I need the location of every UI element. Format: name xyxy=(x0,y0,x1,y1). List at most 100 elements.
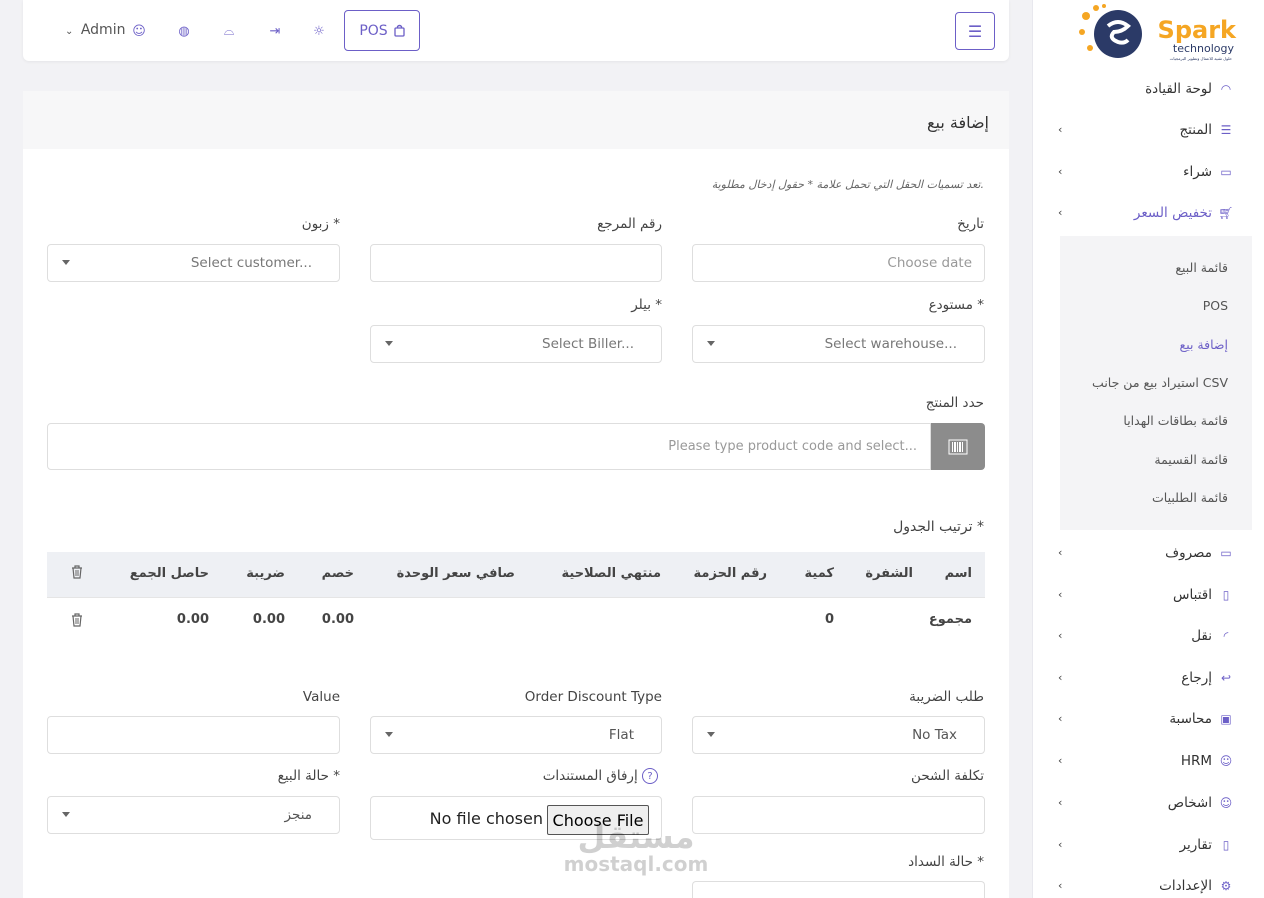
sidebar-item-label: محاسبة xyxy=(1169,711,1212,727)
sidebar-item-label: شراء xyxy=(1183,164,1212,180)
submenu-coupons[interactable]: قائمة القسيمة xyxy=(1154,452,1228,467)
sidebar-item-sale[interactable]: 🛒︎ تخفيض السعر ‹ xyxy=(1032,195,1264,231)
rss-icon: ◜ xyxy=(1223,629,1229,643)
sidebar-item-settings[interactable]: ⚙ الإعدادات ‹ xyxy=(1032,868,1264,898)
submenu-add-sale[interactable]: إضافة بيع xyxy=(1180,337,1228,352)
admin-menu[interactable]: ⌄ Admin xyxy=(65,22,125,38)
col-tax: ضريبة xyxy=(246,566,285,581)
basket-icon[interactable]: ⌓ xyxy=(220,22,238,40)
customer-select[interactable]: Select customer... xyxy=(47,244,340,282)
date-placeholder: Choose date xyxy=(887,255,972,271)
sidebar-item-dashboard[interactable]: ◠ لوحة القيادة xyxy=(1032,71,1264,107)
watermark: مستقل mostaql.com xyxy=(556,818,716,880)
submenu-pos[interactable]: POS xyxy=(1203,298,1228,313)
order-tax-value: No Tax xyxy=(912,727,957,743)
chevron-left-icon: ‹ xyxy=(1058,123,1063,136)
watermark-url: mostaql.com xyxy=(563,852,709,876)
reference-input[interactable] xyxy=(370,244,662,282)
users-icon: ☺ xyxy=(1219,754,1233,768)
col-expiry: منتهي الصلاحية xyxy=(561,566,662,581)
submenu-gift-cards[interactable]: قائمة بطاقات الهدايا xyxy=(1123,413,1228,428)
order-tax-label: طلب الضريبة xyxy=(909,689,984,705)
product-label: حدد المنتج xyxy=(925,395,984,411)
biller-label: بيلر * xyxy=(631,297,662,313)
product-search-input[interactable]: Please type product code and select... xyxy=(47,423,931,470)
discount-type-label: Order Discount Type xyxy=(524,689,662,705)
chevron-left-icon: ‹ xyxy=(1058,838,1063,851)
chevron-left-icon: ‹ xyxy=(1058,588,1063,601)
gear-icon: ⚙ xyxy=(1220,879,1232,893)
submenu-deliveries[interactable]: قائمة الطلبيات xyxy=(1152,490,1228,505)
barcode-button[interactable] xyxy=(931,423,985,470)
shipping-cost-input[interactable] xyxy=(692,796,985,834)
total-label: مجموع xyxy=(928,612,972,627)
sidebar-item-purchase[interactable]: ▭ شراء ‹ xyxy=(1032,154,1264,190)
wallet-icon: ▭ xyxy=(1220,546,1232,560)
brand-sub: technology xyxy=(1172,42,1234,55)
submenu-import-csv[interactable]: استيراد بيع من جانب CSV xyxy=(1092,375,1228,390)
sidebar-item-transfer[interactable]: ◜ نقل ‹ xyxy=(1032,618,1264,654)
biller-placeholder: Select Biller... xyxy=(542,336,634,352)
sidebar-item-hrm[interactable]: ☺ HRM ‹ xyxy=(1032,743,1264,779)
sidebar-item-product[interactable]: ☰ المنتج ‹ xyxy=(1032,112,1264,148)
user-icon[interactable]: ☺ xyxy=(130,22,148,40)
admin-label: Admin xyxy=(80,22,126,38)
card-header: إضافة بيع xyxy=(23,91,1009,149)
watermark-arabic: مستقل xyxy=(577,818,695,856)
login-icon[interactable]: ⇥ xyxy=(266,22,284,40)
col-net-price: صافي سعر الوحدة xyxy=(396,566,515,581)
sidebar-item-label: اشخاص xyxy=(1167,795,1212,811)
date-input[interactable]: Choose date xyxy=(692,244,985,282)
chevron-left-icon: ‹ xyxy=(1058,671,1063,684)
caret-down-icon xyxy=(62,812,70,817)
submenu-sale-list[interactable]: قائمة البيع xyxy=(1175,260,1228,275)
caret-down-icon xyxy=(707,732,715,737)
sidebar-item-return[interactable]: ↩ إرجاع ‹ xyxy=(1032,660,1264,696)
sun-icon[interactable]: ☼ xyxy=(310,22,328,40)
shipping-cost-label: تكلفة الشحن xyxy=(911,768,984,784)
biller-select[interactable]: Select Biller... xyxy=(370,325,662,363)
gauge-icon: ◠ xyxy=(1220,82,1232,96)
brand-logo[interactable]: Spark technology حلول تقنية للاعمال وتطو… xyxy=(1076,2,1236,66)
card-icon: ▭ xyxy=(1220,165,1232,179)
caret-down-icon xyxy=(62,260,70,265)
sidebar-item-people[interactable]: ☺ اشخاص ‹ xyxy=(1032,785,1264,821)
discount-type-value: Flat xyxy=(608,727,634,743)
caret-down-icon xyxy=(385,732,393,737)
globe-icon[interactable]: ◍ xyxy=(175,22,193,40)
sidebar: Spark technology حلول تقنية للاعمال وتطو… xyxy=(1032,0,1264,898)
sidebar-item-accounting[interactable]: ▣ محاسبة ‹ xyxy=(1032,701,1264,737)
discount-type-select[interactable]: Flat xyxy=(370,716,662,754)
sidebar-item-reports[interactable]: ▯ تقارير ‹ xyxy=(1032,827,1264,863)
menu-toggle-button[interactable]: ☰ xyxy=(955,12,995,50)
date-label: تاريخ xyxy=(957,216,984,232)
hamburger-icon: ☰ xyxy=(967,21,983,41)
sale-status-select[interactable]: منجز xyxy=(47,796,340,834)
sidebar-item-label: مصروف xyxy=(1165,545,1212,561)
chevron-down-icon: ⌄ xyxy=(65,26,74,37)
file-status: No file chosen xyxy=(429,809,543,828)
payment-status-select[interactable] xyxy=(692,881,985,898)
caret-down-icon xyxy=(707,341,715,346)
chevron-left-icon: ‹ xyxy=(1058,629,1063,642)
sidebar-item-expense[interactable]: ▭ مصروف ‹ xyxy=(1032,535,1264,571)
warehouse-select[interactable]: Select warehouse... xyxy=(692,325,985,363)
order-tax-select[interactable]: No Tax xyxy=(692,716,985,754)
value-input[interactable] xyxy=(47,716,340,754)
product-placeholder: Please type product code and select... xyxy=(668,439,917,454)
order-table-label: ترتيب الجدول * xyxy=(893,519,984,535)
required-note: تعد تسميات الحقل التي تحمل علامة * حقول … xyxy=(711,178,984,191)
warehouse-placeholder: Select warehouse... xyxy=(824,336,957,352)
sidebar-item-quotation[interactable]: ▯ اقتباس ‹ xyxy=(1032,577,1264,613)
user-icon: ☺ xyxy=(1219,796,1233,810)
help-icon[interactable]: ? xyxy=(642,768,658,784)
document-icon: ▯ xyxy=(1222,838,1230,852)
col-batch: رقم الحزمة xyxy=(693,566,767,581)
sale-submenu: قائمة البيع POS إضافة بيع استيراد بيع من… xyxy=(1060,236,1252,530)
spark-logo-icon xyxy=(1079,4,1142,58)
table-header: اسم الشفرة كمية رقم الحزمة منتهي الصلاحي… xyxy=(47,552,985,597)
attach-documents-label: إرفاق المستندات ? xyxy=(543,768,662,784)
sale-status-label: حالة البيع * xyxy=(277,768,340,784)
file-dollar-icon: ▯ xyxy=(1222,588,1230,602)
pos-button[interactable]: POS xyxy=(344,10,420,51)
